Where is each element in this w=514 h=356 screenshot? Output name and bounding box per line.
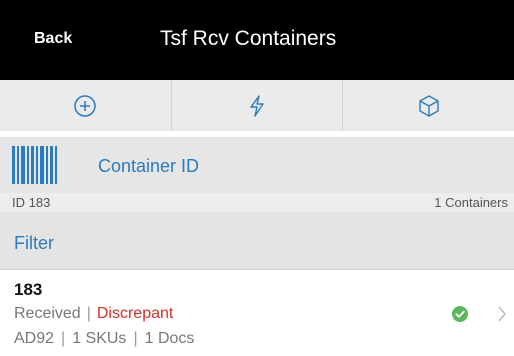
app-header: Back Tsf Rcv Containers bbox=[0, 0, 514, 80]
status-line: Received | Discrepant bbox=[14, 305, 173, 323]
action-toolbar bbox=[0, 80, 514, 131]
discrepancy-text: Discrepant bbox=[96, 305, 174, 322]
add-circle-icon bbox=[74, 94, 97, 117]
barcode-icon bbox=[12, 146, 57, 184]
filter-bar[interactable]: Filter bbox=[0, 212, 514, 270]
page-title: Tsf Rcv Containers bbox=[160, 27, 337, 50]
chevron-right-icon bbox=[498, 306, 506, 322]
separator: | bbox=[133, 330, 138, 347]
check-circle-icon bbox=[452, 306, 468, 322]
summary-row: ID 183 1 Containers bbox=[0, 193, 514, 212]
container-id-label: Container ID bbox=[98, 156, 200, 176]
container-number: 183 bbox=[14, 280, 43, 299]
summary-count: 1 Containers bbox=[434, 195, 508, 210]
separator: | bbox=[61, 330, 66, 347]
sku-count: 1 SKUs bbox=[72, 330, 127, 347]
summary-id: ID 183 bbox=[12, 195, 51, 210]
doc-count: 1 Docs bbox=[144, 330, 195, 347]
scan-container-bar[interactable]: Container ID bbox=[0, 137, 514, 193]
list-item[interactable]: 183 Received | Discrepant AD92 | 1 SKUs | 1 Do… bbox=[0, 272, 514, 356]
filter-label: Filter bbox=[14, 233, 54, 253]
add-button[interactable] bbox=[0, 80, 172, 131]
back-button[interactable]: Back bbox=[34, 30, 72, 48]
lightning-icon bbox=[250, 94, 264, 117]
separator: | bbox=[86, 305, 91, 322]
status-text: Received bbox=[14, 305, 81, 322]
box-icon bbox=[418, 94, 439, 117]
container-code: AD92 bbox=[14, 330, 55, 347]
container-button[interactable] bbox=[343, 80, 514, 131]
quick-action-button[interactable] bbox=[172, 80, 344, 131]
detail-line: AD92 | 1 SKUs | 1 Docs bbox=[14, 330, 194, 348]
